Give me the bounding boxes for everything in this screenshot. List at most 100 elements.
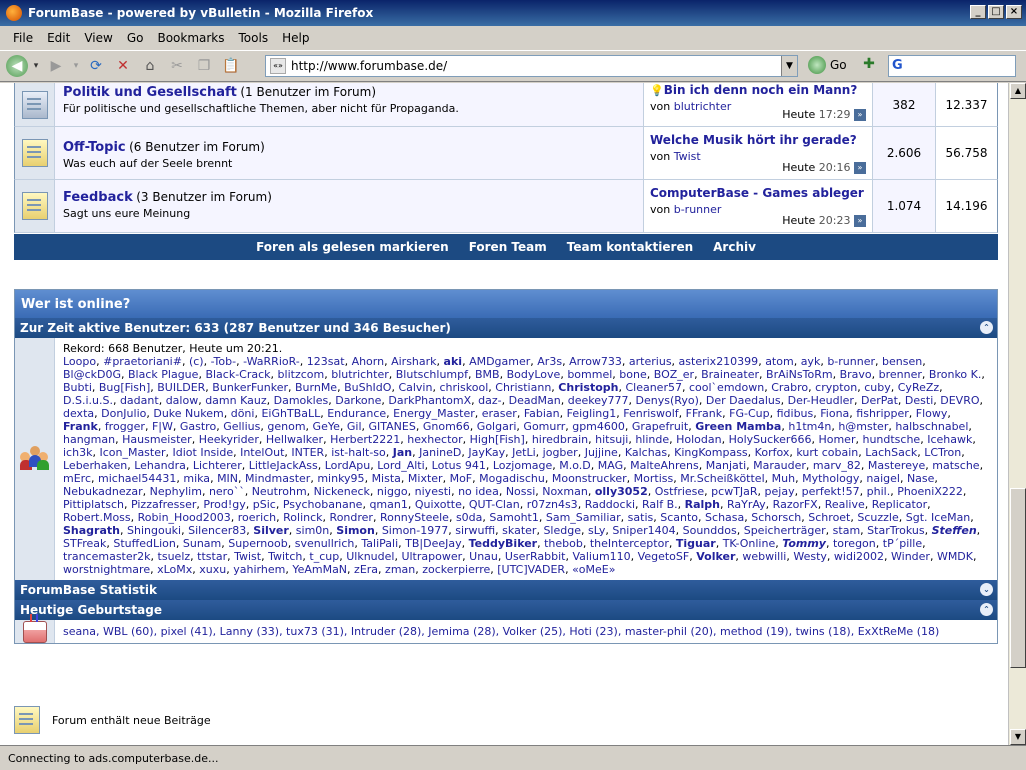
online-user-link[interactable]: WMDK: [937, 550, 973, 563]
cut-icon[interactable]: ✂: [165, 54, 189, 78]
online-user-link[interactable]: Fiona: [820, 407, 849, 420]
online-user-link[interactable]: zockerpierre: [422, 563, 490, 576]
google-icon[interactable]: G: [892, 58, 908, 74]
online-user-link[interactable]: kurt cobain: [796, 446, 858, 459]
online-user-link[interactable]: arterius: [629, 355, 672, 368]
online-user-link[interactable]: marv_82: [813, 459, 861, 472]
online-user-link[interactable]: LCTron: [924, 446, 961, 459]
online-user-link[interactable]: Arrow733: [569, 355, 622, 368]
online-user-link[interactable]: deekey777: [568, 394, 629, 407]
online-user-link[interactable]: Simon-1977: [382, 524, 448, 537]
online-user-link[interactable]: Shingouki: [127, 524, 181, 537]
online-user-link[interactable]: Samoht1: [489, 511, 538, 524]
online-user-link[interactable]: Braineater: [701, 368, 759, 381]
online-user-link[interactable]: xuxu: [199, 563, 226, 576]
copy-icon[interactable]: ❐: [192, 54, 216, 78]
menu-go[interactable]: Go: [120, 28, 151, 48]
online-user-link[interactable]: DonJulio: [101, 407, 146, 420]
online-user-link[interactable]: Gnom66: [423, 420, 470, 433]
online-user-link[interactable]: gpm4600: [572, 420, 625, 433]
online-user-link[interactable]: Loopo: [63, 355, 96, 368]
online-user-link[interactable]: Schasa: [705, 511, 744, 524]
online-user-link[interactable]: Speicherträger: [744, 524, 826, 537]
online-user-link[interactable]: Bronko K.: [929, 368, 981, 381]
online-user-link[interactable]: Flowy: [916, 407, 948, 420]
reload-icon[interactable]: ⟳: [84, 54, 108, 78]
forward-dropdown-icon[interactable]: ▾: [71, 54, 81, 78]
maximize-button[interactable]: □: [988, 5, 1004, 19]
online-user-link[interactable]: asterix210399: [679, 355, 759, 368]
online-user-link[interactable]: Leberhaken: [63, 459, 127, 472]
online-user-link[interactable]: hlinde: [635, 433, 669, 446]
online-user-link[interactable]: dadant: [120, 394, 159, 407]
online-user-link[interactable]: b-runner: [827, 355, 875, 368]
online-user-link[interactable]: TK-Online: [723, 537, 776, 550]
forum-link[interactable]: Off-Topic: [63, 140, 126, 155]
online-user-link[interactable]: DeadMan: [509, 394, 561, 407]
last-post-author[interactable]: blutrichter: [674, 100, 732, 113]
online-user-link[interactable]: Duke Nukem: [153, 407, 223, 420]
online-user-link[interactable]: chriskool: [439, 381, 488, 394]
online-user-link[interactable]: Gellius: [223, 420, 260, 433]
online-user-link[interactable]: blutrichter: [331, 368, 389, 381]
online-user-link[interactable]: Mastereye: [868, 459, 925, 472]
minimize-button[interactable]: _: [970, 5, 986, 19]
collapse-icon[interactable]: ⌃: [980, 603, 993, 616]
archive-link[interactable]: Archiv: [713, 240, 756, 254]
online-user-link[interactable]: zEra: [354, 563, 378, 576]
online-user-link[interactable]: Manjati: [706, 459, 746, 472]
online-user-link[interactable]: satis: [628, 511, 654, 524]
online-user-link[interactable]: GITANES: [369, 420, 416, 433]
online-user-link[interactable]: HolySucker666: [729, 433, 812, 446]
online-user-link[interactable]: MAG: [598, 459, 623, 472]
online-user-link[interactable]: BOZ_er: [654, 368, 694, 381]
online-user-link[interactable]: Sunam: [183, 537, 221, 550]
online-user-link[interactable]: Gastro: [180, 420, 216, 433]
online-user-link[interactable]: Ar3s: [537, 355, 562, 368]
online-user-link[interactable]: DarkPhantomX: [388, 394, 471, 407]
online-user-link[interactable]: olly3052: [595, 485, 648, 498]
stop-icon[interactable]: ✕: [111, 54, 135, 78]
online-user-link[interactable]: Energy_Master: [393, 407, 475, 420]
search-input[interactable]: G: [888, 55, 1016, 77]
online-user-link[interactable]: r07zn4s3: [527, 498, 578, 511]
online-user-link[interactable]: F|W: [152, 420, 173, 433]
online-user-link[interactable]: niggo: [377, 485, 408, 498]
menu-edit[interactable]: Edit: [40, 28, 77, 48]
online-user-link[interactable]: Sounddos: [683, 524, 737, 537]
online-user-link[interactable]: Hellwalker: [266, 433, 323, 446]
online-user-link[interactable]: -WaRRioR-: [243, 355, 300, 368]
online-user-link[interactable]: dexta: [63, 407, 94, 420]
online-user-link[interactable]: damn Kauz: [205, 394, 266, 407]
forum-team-link[interactable]: Foren Team: [469, 240, 547, 254]
menu-tools[interactable]: Tools: [232, 28, 276, 48]
online-user-link[interactable]: Mythology: [802, 472, 859, 485]
online-user-link[interactable]: Sniper1404: [612, 524, 675, 537]
online-user-link[interactable]: Rolinck: [283, 511, 322, 524]
online-user-link[interactable]: Gil: [347, 420, 362, 433]
online-user-link[interactable]: Black Plague: [128, 368, 198, 381]
online-user-link[interactable]: bone: [619, 368, 646, 381]
online-user-link[interactable]: Scuzzle: [857, 511, 898, 524]
online-user-link[interactable]: INTER: [291, 446, 324, 459]
online-user-link[interactable]: Endurance: [327, 407, 386, 420]
online-user-link[interactable]: niyesti: [415, 485, 451, 498]
online-user-link[interactable]: Gomurr: [523, 420, 565, 433]
online-user-link[interactable]: Mista: [372, 472, 401, 485]
online-user-link[interactable]: Desti: [905, 394, 933, 407]
scroll-down-icon[interactable]: ▼: [1010, 729, 1026, 745]
vertical-scrollbar[interactable]: ▲ ▼: [1008, 83, 1026, 745]
online-user-link[interactable]: eraser: [482, 407, 517, 420]
online-user-link[interactable]: Lehandra: [134, 459, 186, 472]
online-user-link[interactable]: Neutrohm: [252, 485, 307, 498]
online-user-link[interactable]: Mr.Scheißköttel: [680, 472, 764, 485]
online-user-link[interactable]: Lozjomage: [493, 459, 552, 472]
online-user-link[interactable]: dalow: [166, 394, 199, 407]
online-user-link[interactable]: Damokles: [274, 394, 329, 407]
online-user-link[interactable]: bensen: [882, 355, 922, 368]
online-user-link[interactable]: yahirhem: [233, 563, 285, 576]
online-user-link[interactable]: JanineD: [419, 446, 461, 459]
online-user-link[interactable]: ayk: [801, 355, 821, 368]
online-user-link[interactable]: Sgt. IceMan: [906, 511, 971, 524]
forum-link[interactable]: Politik und Gesellschaft: [63, 85, 237, 100]
